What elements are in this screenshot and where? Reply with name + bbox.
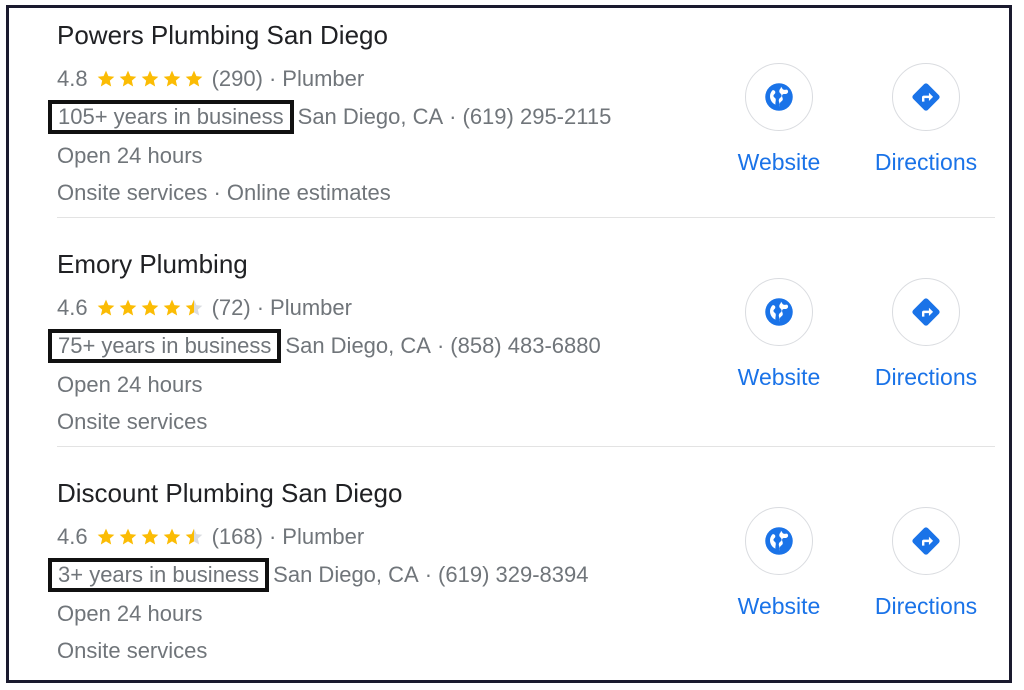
globe-icon: [765, 298, 793, 326]
separator: ·: [449, 104, 457, 129]
website-button[interactable]: Website: [709, 507, 849, 620]
star-icon: [141, 70, 158, 87]
star-icon: [141, 299, 158, 316]
business-category: Plumber: [282, 66, 365, 91]
rating-value: 4.8: [57, 66, 88, 91]
star-icon: [141, 528, 158, 545]
business-phone[interactable]: (858) 483-6880: [450, 333, 600, 359]
star-rating: [96, 69, 206, 89]
listing-divider: [57, 217, 995, 218]
star-icon: [97, 528, 114, 545]
rating-row: 4.6 (72) · Plumber: [57, 293, 352, 323]
business-services: Onsite services: [57, 409, 208, 434]
directions-label[interactable]: Directions: [856, 593, 996, 620]
website-label[interactable]: Website: [709, 593, 849, 620]
rating-row: 4.8 (290) · Plumber: [57, 64, 364, 94]
details-row: 75+ years in business San Diego, CA · (8…: [48, 329, 601, 363]
business-phone[interactable]: (619) 329-8394: [438, 562, 588, 588]
rating-value: 4.6: [57, 295, 88, 320]
star-rating: [96, 298, 206, 318]
directions-button[interactable]: Directions: [856, 63, 996, 176]
separator: ·: [256, 295, 265, 320]
years-in-business: 3+ years in business: [48, 558, 270, 592]
rating-value: 4.6: [57, 524, 88, 549]
website-icon-circle[interactable]: [745, 507, 813, 575]
directions-label[interactable]: Directions: [856, 149, 996, 176]
business-category: Plumber: [282, 524, 365, 549]
directions-button[interactable]: Directions: [856, 507, 996, 620]
directions-arrow-icon: [912, 527, 940, 555]
star-icon: [119, 528, 136, 545]
website-icon-circle[interactable]: [745, 63, 813, 131]
business-name[interactable]: Emory Plumbing: [57, 249, 248, 280]
rating-row: 4.6 (168) · Plumber: [57, 522, 364, 552]
star-icon: [185, 299, 202, 316]
business-hours: Open 24 hours: [57, 601, 203, 626]
review-count[interactable]: (72): [212, 295, 251, 321]
website-button[interactable]: Website: [709, 278, 849, 391]
separator: ·: [436, 333, 445, 358]
star-icon: [163, 70, 180, 87]
business-location: San Diego, CA: [297, 104, 444, 129]
star-icon: [97, 70, 114, 87]
star-icon: [185, 70, 202, 87]
business-hours: Open 24 hours: [57, 143, 203, 168]
directions-arrow-icon: [912, 298, 940, 326]
separator: ·: [268, 66, 277, 91]
review-count[interactable]: (290): [212, 66, 263, 92]
business-name[interactable]: Discount Plumbing San Diego: [57, 478, 402, 509]
business-location: San Diego, CA: [273, 562, 419, 587]
review-count[interactable]: (168): [212, 524, 263, 550]
directions-label[interactable]: Directions: [856, 364, 996, 391]
years-in-business: 105+ years in business: [48, 100, 294, 134]
star-icon: [119, 70, 136, 87]
star-rating: [96, 527, 206, 547]
website-label[interactable]: Website: [709, 364, 849, 391]
business-phone[interactable]: (619) 295-2115: [463, 104, 612, 130]
years-in-business: 75+ years in business: [48, 329, 282, 363]
business-services: Onsite services: [57, 638, 208, 663]
results-frame: Powers Plumbing San Diego 4.8 (290) · Pl…: [6, 5, 1012, 683]
business-location: San Diego, CA: [285, 333, 431, 358]
directions-arrow-icon: [912, 83, 940, 111]
star-icon: [163, 528, 180, 545]
website-label[interactable]: Website: [709, 149, 849, 176]
star-icon: [119, 299, 136, 316]
directions-icon-circle[interactable]: [892, 278, 960, 346]
directions-icon-circle[interactable]: [892, 507, 960, 575]
business-services: Onsite services · Online estimates: [57, 180, 391, 205]
directions-button[interactable]: Directions: [856, 278, 996, 391]
business-name[interactable]: Powers Plumbing San Diego: [57, 20, 388, 51]
star-icon: [163, 299, 180, 316]
listing-divider: [57, 446, 995, 447]
details-row: 3+ years in business San Diego, CA · (61…: [48, 558, 588, 592]
star-icon: [185, 528, 202, 545]
separator: ·: [268, 524, 277, 549]
globe-icon: [765, 527, 793, 555]
business-category: Plumber: [270, 295, 352, 320]
separator: ·: [424, 562, 433, 587]
business-hours: Open 24 hours: [57, 372, 203, 397]
website-icon-circle[interactable]: [745, 278, 813, 346]
directions-icon-circle[interactable]: [892, 63, 960, 131]
globe-icon: [765, 83, 793, 111]
star-icon: [97, 299, 114, 316]
website-button[interactable]: Website: [709, 63, 849, 176]
details-row: 105+ years in business San Diego, CA · (…: [48, 100, 612, 134]
